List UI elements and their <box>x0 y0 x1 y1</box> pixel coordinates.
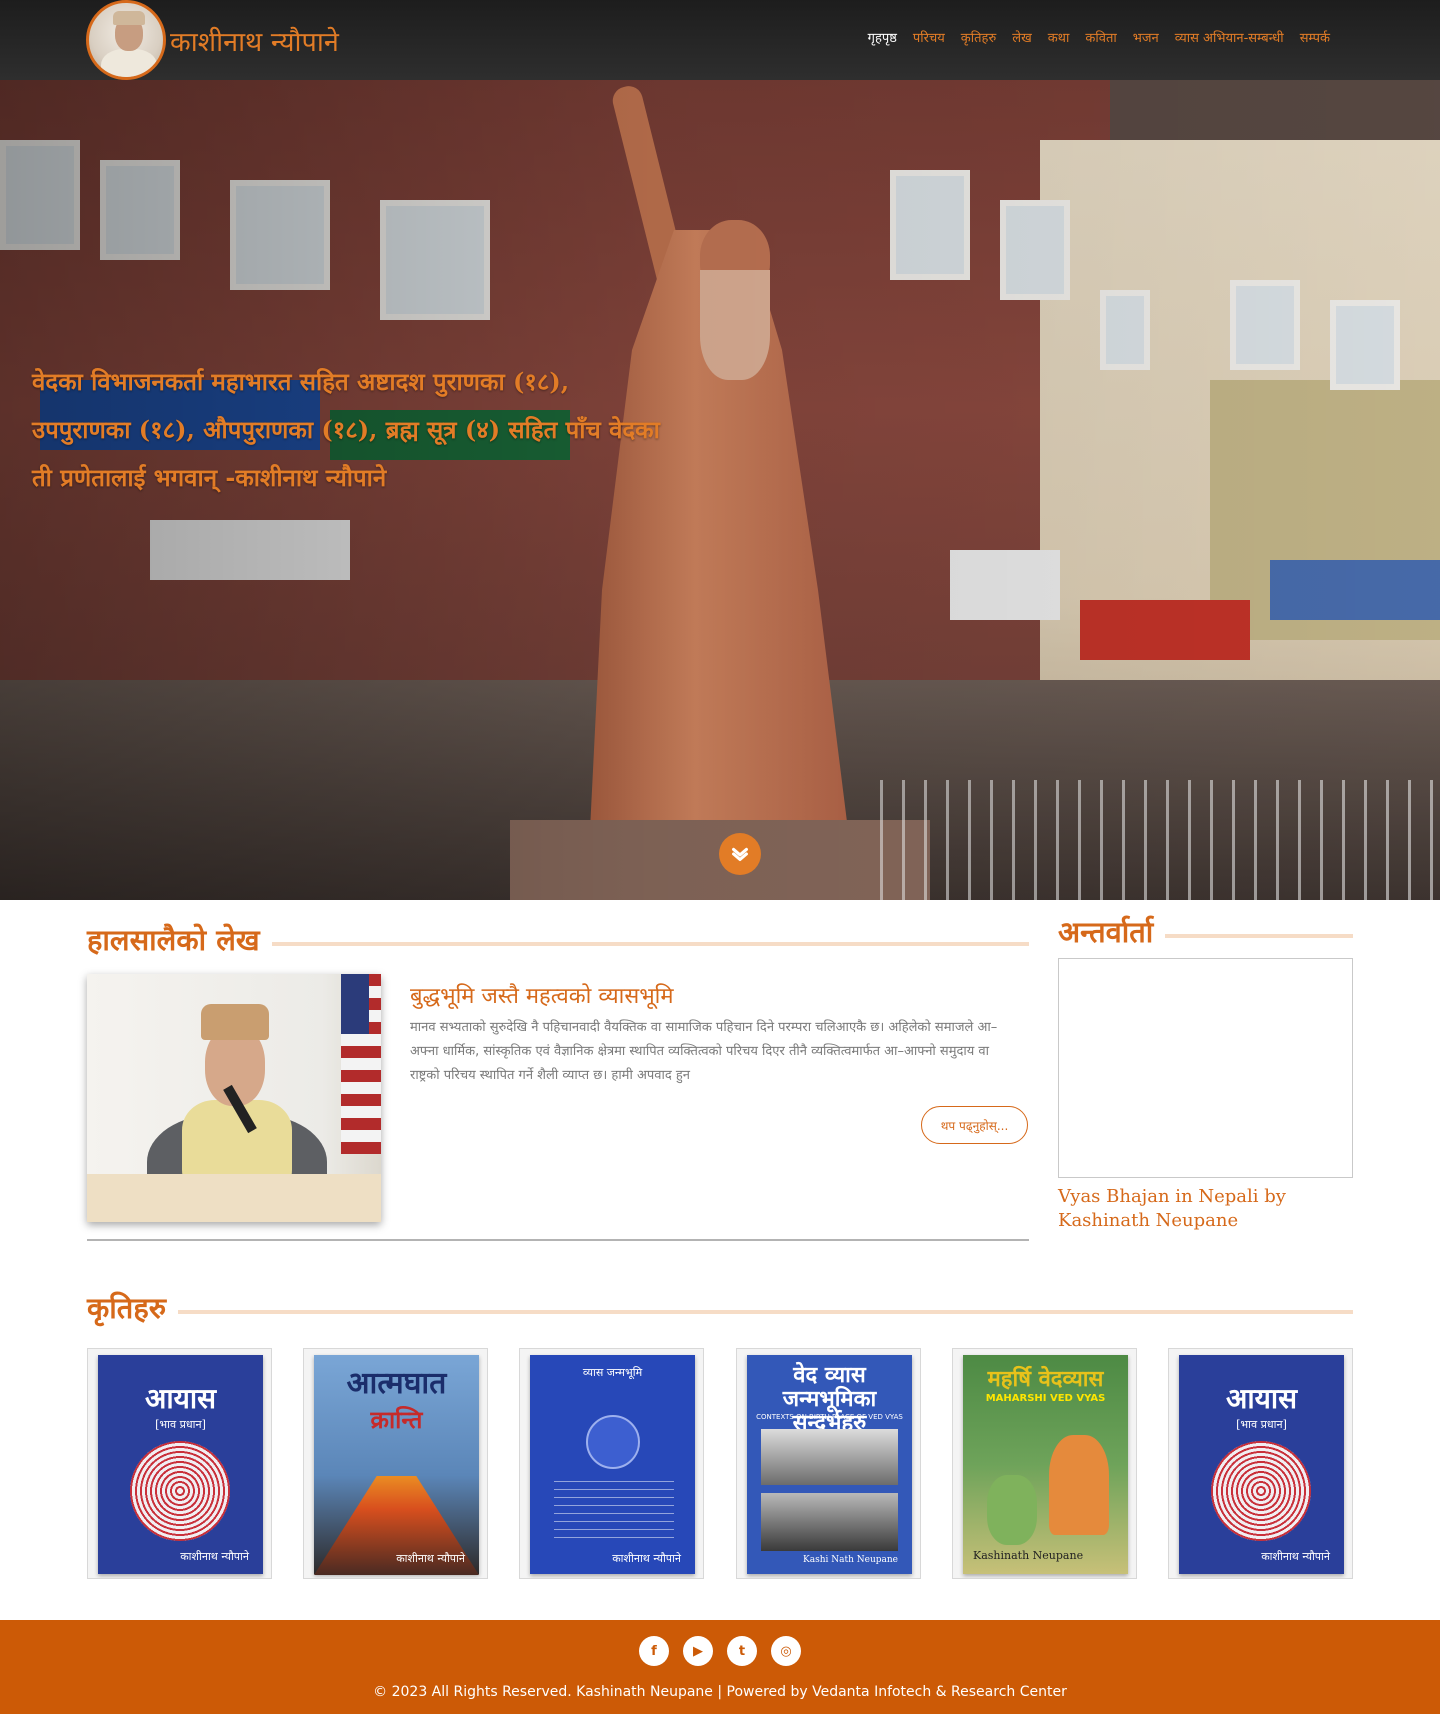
book-card[interactable]: आयास [भाव प्रधान] काशीनाथ न्यौपाने <box>87 1348 272 1579</box>
book-author: काशीनाथ न्यौपाने <box>1261 1550 1330 1563</box>
book-cover: आत्मघात क्रान्ति काशीनाथ न्यौपाने <box>314 1355 479 1575</box>
book-cover: महर्षि वेदव्यास MAHARSHI VED VYAS Kashinat… <box>963 1355 1128 1574</box>
logo-link[interactable]: काशीनाथ न्यौपाने <box>86 0 339 80</box>
book-author: Kashinath Neupane <box>973 1549 1084 1562</box>
book-card[interactable]: आत्मघात क्रान्ति काशीनाथ न्यौपाने <box>303 1348 488 1579</box>
copyright-text: © 2023 All Rights Reserved. Kashinath Ne… <box>373 1684 1067 1700</box>
book-title: व्यास जन्मभूमि <box>582 1366 643 1379</box>
book-author: काशीनाथ न्यौपाने <box>396 1552 465 1565</box>
recent-articles-heading: हालसालैको लेख <box>87 920 1029 959</box>
site-footer: f ▶ t ◎ © 2023 All Rights Reserved. Kashina… <box>0 1620 1440 1714</box>
site-name[interactable]: काशीनाथ न्यौपाने <box>170 22 339 59</box>
interview-video-embed[interactable] <box>1058 958 1353 1178</box>
interview-video-title[interactable]: Vyas Bhajan in Nepali by Kashinath Neupa… <box>1058 1185 1353 1233</box>
nav-item-8[interactable]: सम्पर्क <box>1300 28 1330 46</box>
nav-item-1[interactable]: परिचय <box>913 28 945 46</box>
read-more-button[interactable]: थप पढ्नुहोस्... <box>921 1106 1028 1144</box>
book-title: आयास <box>1225 1382 1298 1415</box>
book-title: महर्षि वेदव्यास <box>987 1366 1104 1392</box>
books-carousel: आयास [भाव प्रधान] काशीनाथ न्यौपाने आत्मघात क… <box>87 1348 1353 1580</box>
article-title-link[interactable]: बुद्धभूमि जस्तै महत्वको व्यासभूमि <box>410 980 674 1010</box>
heading-divider <box>271 941 1029 946</box>
chevron-down-icon <box>732 847 748 862</box>
instagram-icon[interactable]: ◎ <box>771 1636 801 1666</box>
book-card[interactable]: व्यास जन्मभूमि काशीनाथ न्यौपाने <box>519 1348 704 1579</box>
interview-title: अन्तर्वार्ता <box>1058 915 1154 949</box>
book-author: काशीनाथ न्यौपाने <box>180 1550 249 1563</box>
book-cover: आयास [भाव प्रधान] काशीनाथ न्यौपाने <box>98 1355 263 1574</box>
books-heading: कृतिहरु <box>87 1288 1353 1327</box>
nav-item-5[interactable]: कविता <box>1085 28 1116 46</box>
article-divider <box>87 1239 1029 1241</box>
recent-articles-title: हालसालैको लेख <box>87 923 260 957</box>
heading-divider <box>1165 933 1353 938</box>
book-author: Kashi Nath Neupane <box>802 1555 898 1565</box>
interview-heading: अन्तर्वार्ता <box>1058 912 1353 951</box>
book-card[interactable]: वेद व्यास जन्मभूमिका सन्दर्भहरु CONTEXTS … <box>736 1348 921 1579</box>
nav-item-6[interactable]: भजन <box>1133 28 1159 46</box>
main-nav: गृहपृष्ठ परिचय कृतिहरु लेख कथा कविता भजन व्यास … <box>868 28 1330 46</box>
book-title: वेद व्यास जन्मभूमिका सन्दर्भहरु <box>782 1362 877 1436</box>
youtube-icon[interactable]: ▶ <box>683 1636 713 1666</box>
book-card[interactable]: आयास [भाव प्रधान] काशीनाथ न्यौपाने <box>1168 1348 1353 1579</box>
scroll-down-button[interactable] <box>719 833 761 875</box>
twitter-icon[interactable]: t <box>727 1636 757 1666</box>
book-title: आत्मघात <box>346 1366 447 1401</box>
heading-divider <box>178 1309 1353 1314</box>
hero-banner: वेदका विभाजनकर्ता महाभारत सहित अष्टादश प… <box>0 80 1440 900</box>
nav-item-7[interactable]: व्यास अभियान-सम्बन्धी <box>1175 28 1284 46</box>
nav-item-2[interactable]: कृतिहरु <box>961 28 996 46</box>
book-author: काशीनाथ न्यौपाने <box>612 1552 681 1565</box>
book-subtitle: [भाव प्रधान] <box>1236 1418 1287 1431</box>
site-header: काशीनाथ न्यौपाने गृहपृष्ठ परिचय कृतिहरु लेख… <box>0 0 1440 80</box>
nav-item-4[interactable]: कथा <box>1048 28 1070 46</box>
book-cover: आयास [भाव प्रधान] काशीनाथ न्यौपाने <box>1179 1355 1344 1574</box>
book-cover: व्यास जन्मभूमि काशीनाथ न्यौपाने <box>530 1355 695 1574</box>
books-title: कृतिहरु <box>87 1291 167 1325</box>
article-excerpt: मानव सभ्यताको सुरुदेखि नै पहिचानवादी वैय… <box>410 1020 998 1083</box>
hero-quote: वेदका विभाजनकर्ता महाभारत सहित अष्टादश प… <box>32 367 660 492</box>
book-subtitle: [भाव प्रधान] <box>155 1418 206 1431</box>
book-subtitle: क्रान्ति <box>370 1405 423 1434</box>
nav-item-3[interactable]: लेख <box>1012 28 1031 46</box>
book-title: आयास <box>144 1382 217 1415</box>
book-card[interactable]: महर्षि वेदव्यास MAHARSHI VED VYAS Kashinat… <box>952 1348 1137 1579</box>
book-subtitle: MAHARSHI VED VYAS <box>985 1393 1106 1404</box>
facebook-icon[interactable]: f <box>639 1636 669 1666</box>
social-links: f ▶ t ◎ <box>0 1636 1440 1666</box>
book-subtitle: CONTEXTS ON BIRTH PLACE OF VED VYAS <box>756 1413 903 1421</box>
logo-avatar[interactable] <box>86 0 166 80</box>
book-cover: वेद व्यास जन्मभूमिका सन्दर्भहरु CONTEXTS … <box>747 1355 912 1574</box>
article-thumbnail[interactable] <box>87 974 381 1222</box>
nav-item-0[interactable]: गृहपृष्ठ <box>868 28 897 46</box>
